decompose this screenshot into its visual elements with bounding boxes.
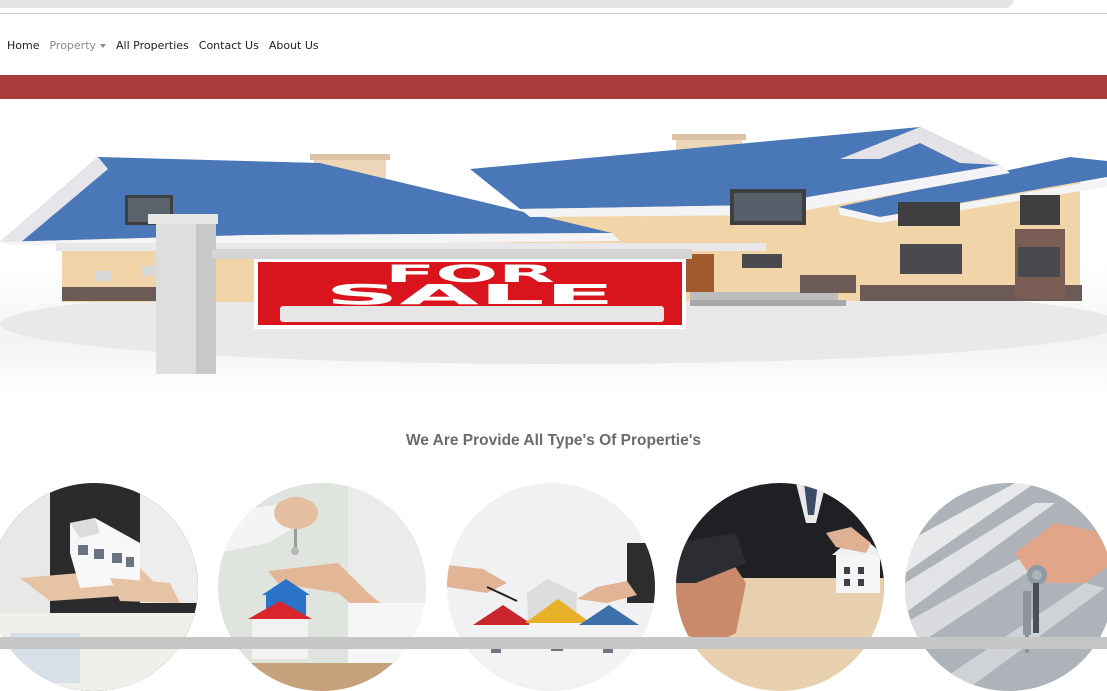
browser-search-bar[interactable] [0,0,1014,8]
chevron-down-icon [100,43,107,48]
horizontal-scrollbar[interactable] [0,637,1107,649]
handing-house-model-image [0,483,198,691]
property-type-image-5[interactable] [905,483,1107,691]
house-for-sale-illustration: FOR SALE [0,127,1107,374]
businessman-house-model-image [676,483,884,691]
hero-banner: FOR SALE [0,99,1107,399]
nav-about-us[interactable]: About Us [269,39,319,52]
property-type-image-4[interactable] [676,483,884,691]
nav-property-label: Property [49,38,97,52]
nav-property-dropdown[interactable]: Property [49,38,107,52]
main-navigation: Home Property All Properties Contact Us … [0,34,329,56]
nav-all-properties[interactable]: All Properties [116,39,189,52]
nav-home[interactable]: Home [7,39,39,52]
nav-contact-us[interactable]: Contact Us [199,39,259,52]
header-accent-band [0,75,1107,99]
address-bar-strip [0,0,1107,14]
keys-building-image [905,483,1107,691]
property-type-image-2[interactable] [218,483,426,691]
property-type-image-1[interactable] [0,483,198,691]
house-models-negotiation-image [447,483,655,691]
key-handover-image [218,483,426,691]
property-type-image-3[interactable] [447,483,655,691]
section-heading: We Are Provide All Type's Of Propertie's [405,432,702,449]
